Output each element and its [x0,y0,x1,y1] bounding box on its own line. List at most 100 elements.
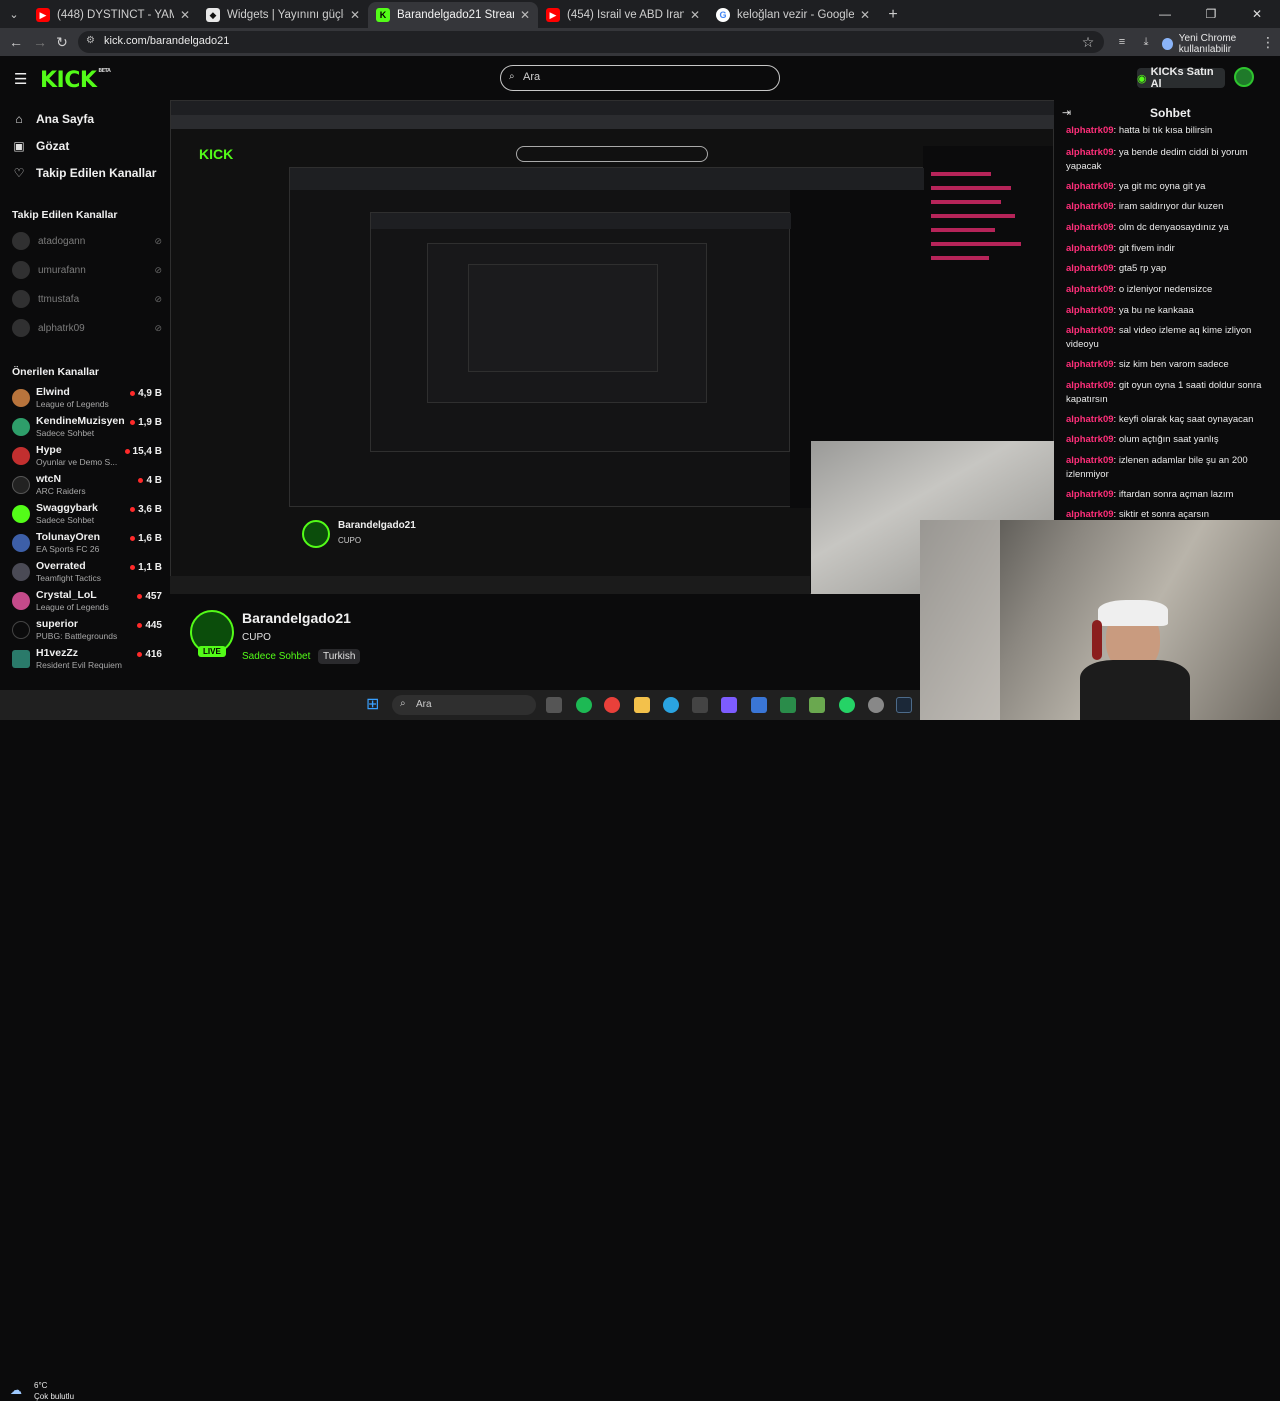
close-window-icon[interactable]: ✕ [1234,0,1280,28]
maximize-icon[interactable]: ❐ [1188,0,1234,28]
cloud-icon: ☁ [10,1383,22,1397]
avatar [12,447,30,465]
edge-icon[interactable] [663,697,679,713]
viewer-count: 4 B [138,475,162,486]
task-view-icon[interactable] [546,697,562,713]
following-channel[interactable]: alphatrk09 ⊘ [12,318,162,338]
close-tab-icon[interactable]: ✕ [520,8,530,22]
nested-chat-line [931,172,991,176]
whatsapp-icon[interactable] [839,697,855,713]
chat-messages: alphatrk09: hatta bi tık kısa bilirsin a… [1054,124,1280,520]
nested-chat-line [931,200,1001,204]
widget-icon: ◆ [206,8,220,22]
search-input[interactable]: ⌕ Ara [500,65,780,91]
forward-icon[interactable]: → [30,32,50,52]
following-channel[interactable]: atadogann ⊘ [12,231,162,251]
viewer-count: 3,6 B [130,504,162,515]
menu-icon[interactable]: ☰ [14,70,27,88]
following-channel[interactable]: umurafann ⊘ [12,260,162,280]
recommended-channel[interactable]: KendineMuzisyen Sadece Sohbet 1,9 B [12,413,162,441]
sidebar-item-browse[interactable]: ▣ Gözat [12,139,69,153]
chat-message: alphatrk09: keyfi olarak kaç saat oynaya… [1066,414,1254,425]
windows-taskbar: ☁ 6°C Çok bulutlu ⊞ ⌕ Ara [0,690,920,1401]
viewer-count: 1,9 B [130,417,162,428]
windows-start-icon[interactable]: ⊞ [366,696,384,714]
chrome-icon[interactable] [604,697,620,713]
streamer-info: LIVE Barandelgado21 CUPO Sadece Sohbet T… [186,600,886,680]
url-field[interactable]: ⚙ kick.com/barandelgado21 [78,31,1104,53]
buy-kicks-button[interactable]: ◉ KICKs Satın Al [1137,66,1225,90]
mail-icon[interactable] [751,697,767,713]
sidebar-item-following[interactable]: ♡ Takip Edilen Kanallar [12,166,157,180]
reload-icon[interactable]: ↻ [52,32,72,52]
following-channel[interactable]: ttmustafa ⊘ [12,289,162,309]
store-icon[interactable] [692,697,708,713]
avatar [12,232,30,250]
recommended-channel[interactable]: Swaggybark Sadece Sohbet 3,6 B [12,500,162,528]
user-avatar[interactable] [1234,67,1254,87]
nested-chat-line [931,242,1021,246]
viewer-count: 1,1 B [130,562,162,573]
stream-tag[interactable]: Turkish [318,649,361,664]
streamer-name[interactable]: Barandelgado21 [242,610,351,626]
youtube-icon: ▶ [546,8,560,22]
copilot-icon[interactable] [721,697,737,713]
chat-message: alphatrk09: iram saldırıyor dur kuzen [1066,201,1224,212]
chat-message: alphatrk09: hatta bi tık kısa bilirsin [1066,125,1213,136]
chat-message: alphatrk09: sal video izleme aq kime izl… [1066,325,1252,350]
chrome-menu-icon[interactable]: ⋮ [1258,32,1278,52]
steam-icon[interactable] [896,697,912,713]
office-icon[interactable] [780,697,796,713]
close-tab-icon[interactable]: ✕ [350,8,360,22]
avatar [12,389,30,407]
browser-tab[interactable]: ◆ Widgets | Yayınını güçlendirme ✕ [198,2,368,28]
recommended-channel[interactable]: Overrated Teamfight Tactics 1,1 B [12,558,162,586]
recommended-channel[interactable]: TolunayOren EA Sports FC 26 1,6 B [12,529,162,557]
kick-logo[interactable]: KICK BETA [40,68,111,93]
stream-category[interactable]: Sadece Sohbet [242,651,310,662]
live-dot-icon [130,391,136,396]
close-tab-icon[interactable]: ✕ [690,8,700,22]
recommended-channel[interactable]: Hype Oyunlar ve Demo S... 15,4 B [12,442,162,470]
recommended-channel[interactable]: Crystal_LoL League of Legends 457 [12,587,162,615]
nested-streamer-avatar [302,520,330,548]
chat-message: alphatrk09: gta5 rp yap [1066,263,1167,274]
heart-icon: ♡ [13,166,25,180]
nested-streamer-name: Barandelgado21 [338,520,416,531]
nested-screen-capture-3 [370,212,791,452]
browser-tab[interactable]: ▶ (448) DYSTINCT - YAMA (Aykut ✕ [28,2,198,28]
back-icon[interactable]: ← [6,32,26,52]
close-tab-icon[interactable]: ✕ [180,8,190,22]
collapse-chat-icon[interactable]: ⇥ [1062,106,1071,119]
game-icon[interactable] [809,697,825,713]
minimize-icon[interactable]: — [1142,0,1188,28]
recommended-channel[interactable]: superior PUBG: Battlegrounds 445 [12,616,162,644]
new-tab-button[interactable]: + [878,2,908,28]
kicks-icon: ◉ [1137,72,1147,85]
nested-tab-bar [171,101,1054,115]
sidebar-item-home[interactable]: ⌂ Ana Sayfa [12,112,94,126]
file-explorer-icon[interactable] [634,697,650,713]
recommended-channel[interactable]: wtcN ARC Raiders 4 B [12,471,162,499]
media-control-icon[interactable]: ≡ [1112,32,1132,52]
live-badge: LIVE [198,646,226,657]
close-tab-icon[interactable]: ✕ [860,8,870,22]
browser-tab[interactable]: ▶ (454) İsrail ve ABD İran'ı Vurdu! ✕ [538,2,708,28]
search-icon: ⌕ [509,71,515,82]
tab-search-icon[interactable]: ⌄ [0,0,28,28]
spotify-icon[interactable] [576,697,592,713]
taskbar-search[interactable]: ⌕ Ara [392,695,536,715]
browse-icon: ▣ [13,139,25,153]
site-header: ☰ KICK BETA ⌕ Ara ◉ KICKs Satın Al [0,56,1280,100]
bookmark-star-icon[interactable]: ☆ [1078,32,1098,52]
avatar [12,592,30,610]
browser-tab[interactable]: G keloğlan vezir - Google'da Ara ✕ [708,2,878,28]
app-icon[interactable] [868,697,884,713]
nested-chat-line [931,186,1011,190]
live-dot-icon [138,478,144,483]
downloads-icon[interactable]: ⤓ [1136,32,1156,52]
recommended-channel[interactable]: H1vezZz Resident Evil Requiem 416 [12,645,162,673]
browser-tab-active[interactable]: K Barandelgado21 Stream - Watc ✕ [368,2,538,28]
recommended-channel[interactable]: Elwind League of Legends 4,9 B [12,384,162,412]
site-info-icon[interactable]: ⚙ [86,35,95,46]
